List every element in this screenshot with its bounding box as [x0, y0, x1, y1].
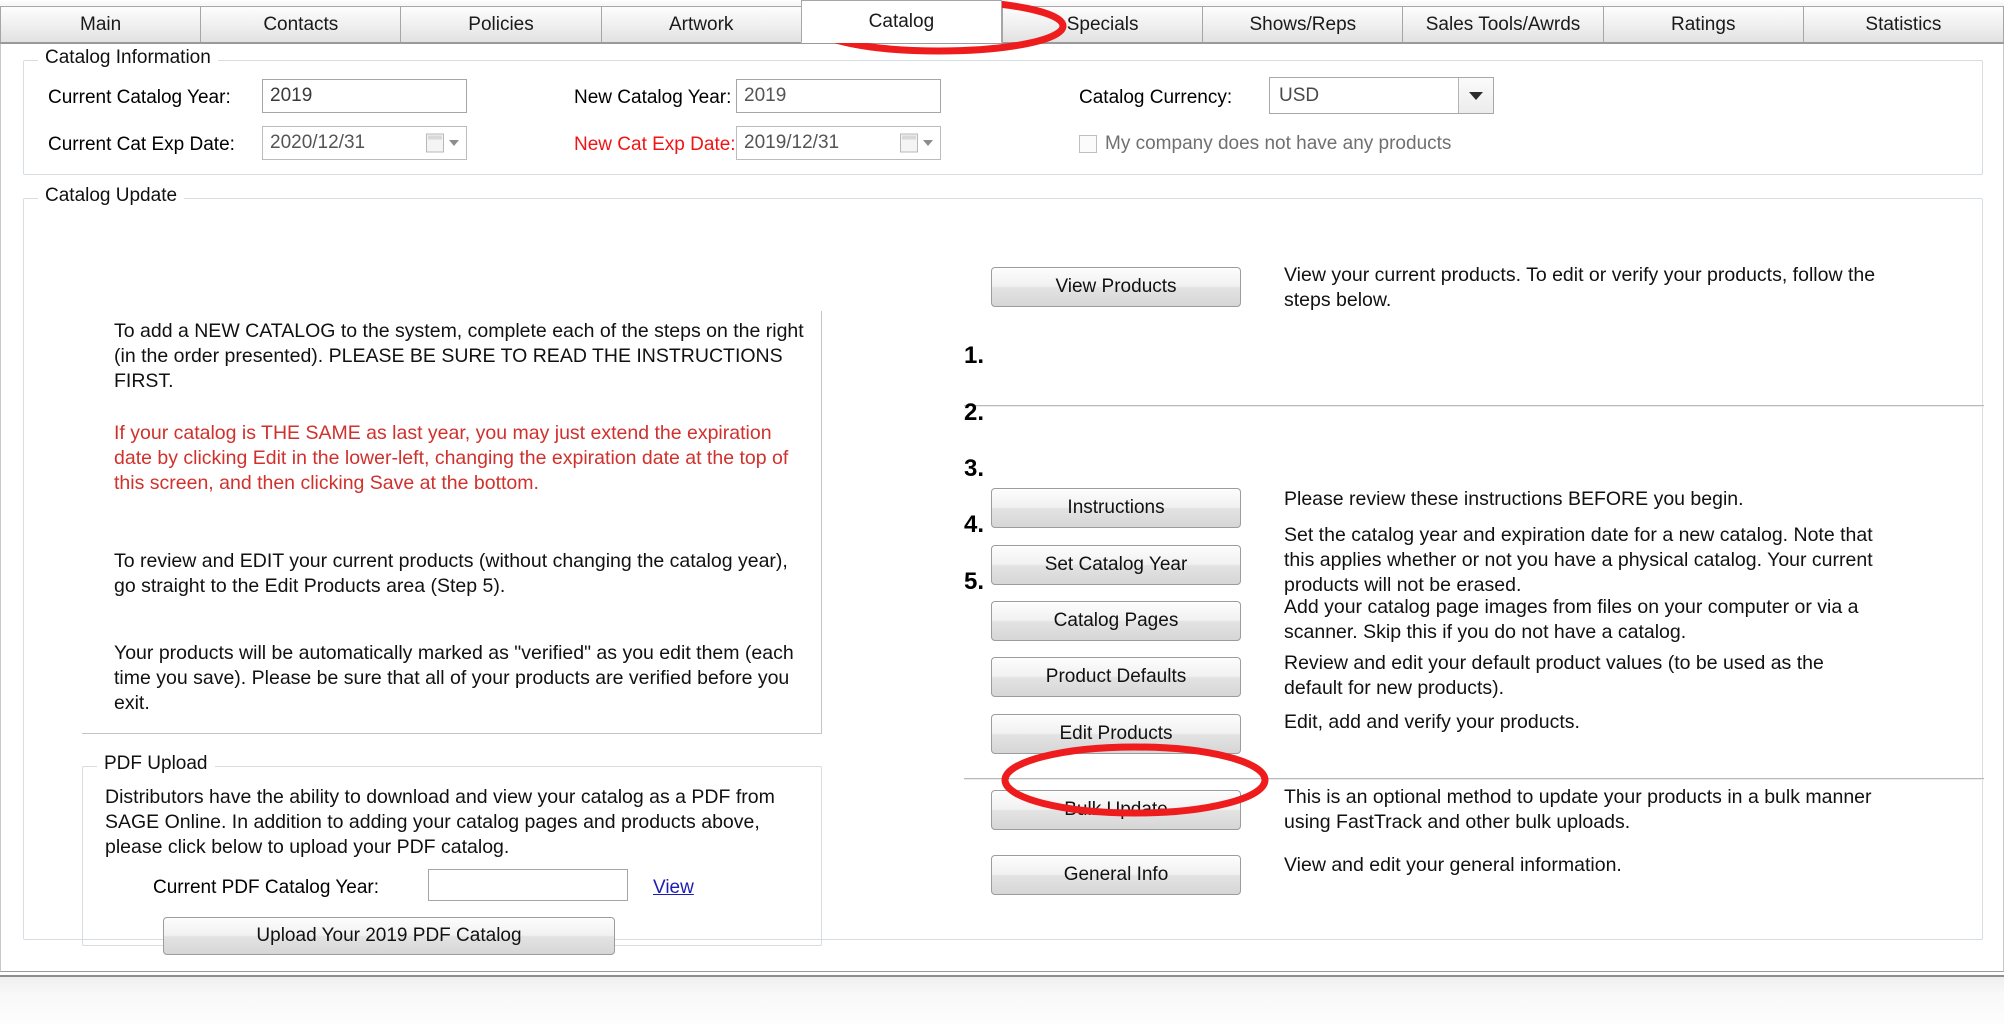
new-cat-exp-date-value: 2019/12/31 [744, 132, 840, 153]
chevron-down-icon[interactable] [449, 140, 459, 146]
status-bar [0, 975, 2004, 1024]
catalog-pages-button[interactable]: Catalog Pages [991, 601, 1241, 641]
pdf-catalog-year-input[interactable] [428, 869, 628, 901]
general-info-button[interactable]: General Info [991, 855, 1241, 895]
new-cat-exp-date-label: New Cat Exp Date: [574, 134, 736, 155]
tab-main[interactable]: Main [0, 6, 201, 43]
product-defaults-button-label: Product Defaults [1045, 666, 1187, 687]
tab-label: Main [80, 13, 122, 35]
step-2-description: Set the catalog year and expiration date… [1284, 524, 1873, 596]
catalog-currency-label: Catalog Currency: [1079, 87, 1233, 108]
tab-specials[interactable]: Specials [1002, 6, 1203, 43]
view-products-description: View your current products. To edit or v… [1284, 264, 1876, 311]
calendar-icon[interactable] [900, 133, 918, 153]
instructions-button[interactable]: Instructions [991, 488, 1241, 528]
chevron-down-icon[interactable] [923, 140, 933, 146]
view-products-button-label: View Products [1055, 276, 1177, 297]
step-number-1: 1. [964, 342, 985, 369]
step-1-description: Please review these instructions BEFORE … [1284, 488, 1744, 510]
catalog-update-group-label: Catalog Update [38, 185, 185, 207]
instruction-paragraph-3: To review and EDIT your current products… [114, 550, 788, 597]
pdf-view-link[interactable]: View [653, 877, 694, 899]
tab-policies[interactable]: Policies [400, 6, 601, 43]
tab-shows-reps[interactable]: Shows/Reps [1202, 6, 1403, 43]
step-number-2: 2. [964, 399, 985, 426]
step-number-5: 5. [964, 568, 985, 595]
tab-label: Specials [1066, 13, 1139, 35]
instruction-paragraph-4: Your products will be automatically mark… [114, 642, 794, 714]
instruction-paragraph-2: If your catalog is THE SAME as last year… [114, 422, 789, 494]
step-4-description: Review and edit your default product val… [1284, 652, 1824, 699]
view-products-button[interactable]: View Products [991, 267, 1241, 307]
tab-sales-tools-awrds[interactable]: Sales Tools/Awrds [1402, 6, 1603, 43]
upload-pdf-catalog-button-label: Upload Your 2019 PDF Catalog [256, 925, 522, 946]
calendar-icon[interactable] [426, 133, 444, 153]
tab-contacts[interactable]: Contacts [200, 6, 401, 43]
instruction-paragraph-1: To add a NEW CATALOG to the system, comp… [114, 320, 804, 392]
bulk-update-description: This is an optional method to update you… [1284, 786, 1872, 833]
tab-catalog[interactable]: Catalog [800, 0, 1003, 43]
instructions-panel: To add a NEW CATALOG to the system, comp… [82, 311, 822, 734]
bulk-update-button-label: Bulk Update [1064, 799, 1168, 820]
current-cat-exp-date-label: Current Cat Exp Date: [48, 134, 235, 155]
tab-label: Statistics [1865, 13, 1942, 35]
step-3-description: Add your catalog page images from files … [1284, 596, 1859, 643]
tab-label: Shows/Reps [1249, 13, 1357, 35]
catalog-information-group: Catalog Information Current Catalog Year… [23, 47, 1983, 175]
step-5-description: Edit, add and verify your products. [1284, 711, 1580, 733]
no-products-checkbox-label: My company does not have any products [1105, 133, 1452, 154]
tab-bar: Main Contacts Policies Artwork Catalog S… [0, 0, 2004, 44]
current-catalog-year-label: Current Catalog Year: [48, 87, 231, 108]
set-catalog-year-button[interactable]: Set Catalog Year [991, 545, 1241, 585]
tab-statistics[interactable]: Statistics [1802, 6, 2004, 43]
tab-label: Contacts [263, 13, 339, 35]
catalog-update-group: Catalog Update To add a NEW CATALOG to t… [23, 185, 1984, 955]
tab-artwork[interactable]: Artwork [600, 6, 801, 43]
pdf-upload-description: Distributors have the ability to downloa… [105, 786, 775, 858]
catalog-currency-select[interactable]: USD [1269, 77, 1494, 114]
tab-label: Artwork [669, 13, 734, 35]
chevron-down-icon[interactable] [1458, 78, 1493, 113]
steps-divider-top [964, 405, 1984, 407]
bulk-update-button[interactable]: Bulk Update [991, 790, 1241, 830]
edit-products-button[interactable]: Edit Products [991, 714, 1241, 754]
checkbox-box-icon[interactable] [1079, 135, 1097, 153]
tab-label: Ratings [1671, 13, 1736, 35]
pdf-upload-group-label: PDF Upload [97, 753, 215, 775]
catalog-steps-column: View Products View your current products… [964, 255, 1984, 935]
product-defaults-button[interactable]: Product Defaults [991, 657, 1241, 697]
general-info-description: View and edit your general information. [1284, 854, 1622, 876]
current-catalog-year-input[interactable]: 2019 [262, 79, 467, 113]
new-cat-exp-date-input[interactable]: 2019/12/31 [736, 126, 941, 160]
catalog-pages-button-label: Catalog Pages [1053, 610, 1179, 631]
instructions-button-label: Instructions [1067, 497, 1165, 518]
upload-pdf-catalog-button[interactable]: Upload Your 2019 PDF Catalog [163, 917, 615, 955]
tab-label: Catalog [868, 10, 935, 32]
new-catalog-year-label: New Catalog Year: [574, 87, 732, 108]
step-number-3: 3. [964, 455, 985, 482]
current-cat-exp-date-value: 2020/12/31 [270, 132, 366, 153]
pdf-catalog-year-label: Current PDF Catalog Year: [153, 877, 380, 898]
no-products-checkbox[interactable]: My company does not have any products [1079, 133, 1451, 155]
tab-ratings[interactable]: Ratings [1602, 6, 1803, 43]
set-catalog-year-button-label: Set Catalog Year [1044, 554, 1188, 575]
tab-label: Policies [468, 13, 534, 35]
general-info-button-label: General Info [1063, 864, 1169, 885]
catalog-currency-value: USD [1279, 84, 1320, 106]
pdf-upload-group: PDF Upload Distributors have the ability… [82, 753, 822, 955]
current-cat-exp-date-input[interactable]: 2020/12/31 [262, 126, 467, 160]
tab-label: Sales Tools/Awrds [1425, 13, 1581, 35]
catalog-page-body: Catalog Information Current Catalog Year… [0, 44, 2004, 972]
new-catalog-year-input[interactable]: 2019 [736, 79, 941, 113]
step-number-4: 4. [964, 511, 985, 538]
catalog-information-group-label: Catalog Information [38, 47, 218, 69]
edit-products-button-label: Edit Products [1059, 723, 1173, 744]
new-catalog-year-value: 2019 [744, 85, 787, 106]
steps-divider-bottom [964, 778, 1984, 780]
current-catalog-year-value: 2019 [270, 85, 313, 106]
